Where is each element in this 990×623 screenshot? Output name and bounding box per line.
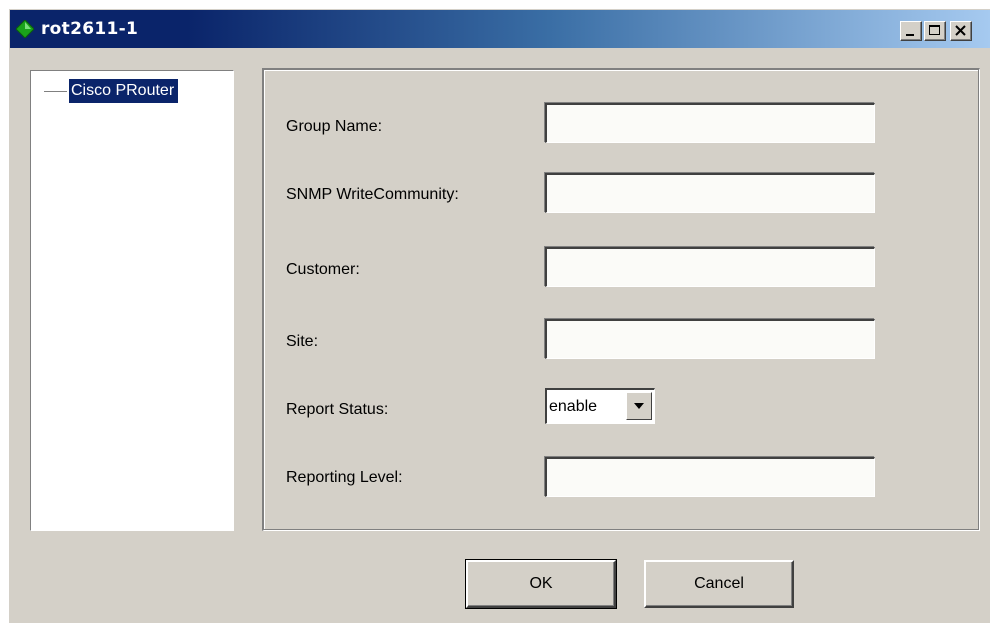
snmp-write-community-input[interactable]: [545, 173, 875, 213]
snmp-write-community-label: SNMP WriteCommunity:: [286, 186, 459, 203]
title-bar[interactable]: rot2611-1: [10, 10, 990, 48]
customer-label: Customer:: [286, 261, 360, 278]
close-button[interactable]: [950, 21, 972, 41]
report-status-label: Report Status:: [286, 401, 389, 418]
dialog-window: rot2611-1 Cisco PRouter Group Name: SNMP…: [9, 9, 990, 623]
maximize-button[interactable]: [924, 21, 946, 41]
window-title: rot2611-1: [41, 19, 139, 39]
tree-pane[interactable]: Cisco PRouter: [30, 70, 234, 531]
app-diamond-icon: [15, 19, 35, 39]
group-name-label: Group Name:: [286, 118, 383, 135]
group-name-input[interactable]: [545, 103, 875, 143]
site-input[interactable]: [545, 319, 875, 359]
minimize-button[interactable]: [900, 21, 922, 41]
reporting-level-input[interactable]: [545, 457, 875, 497]
site-label: Site:: [286, 333, 319, 350]
report-status-select[interactable]: enable: [545, 388, 655, 424]
tree-node-cisco-prouter[interactable]: Cisco PRouter: [69, 79, 179, 103]
reporting-level-label: Reporting Level:: [286, 469, 403, 486]
tree-connector-line: [44, 91, 67, 92]
customer-input[interactable]: [545, 247, 875, 287]
report-status-dropdown-button[interactable]: [626, 392, 652, 420]
ok-button[interactable]: OK: [465, 559, 617, 609]
cancel-button[interactable]: Cancel: [644, 560, 794, 608]
report-status-value: enable: [549, 398, 598, 415]
